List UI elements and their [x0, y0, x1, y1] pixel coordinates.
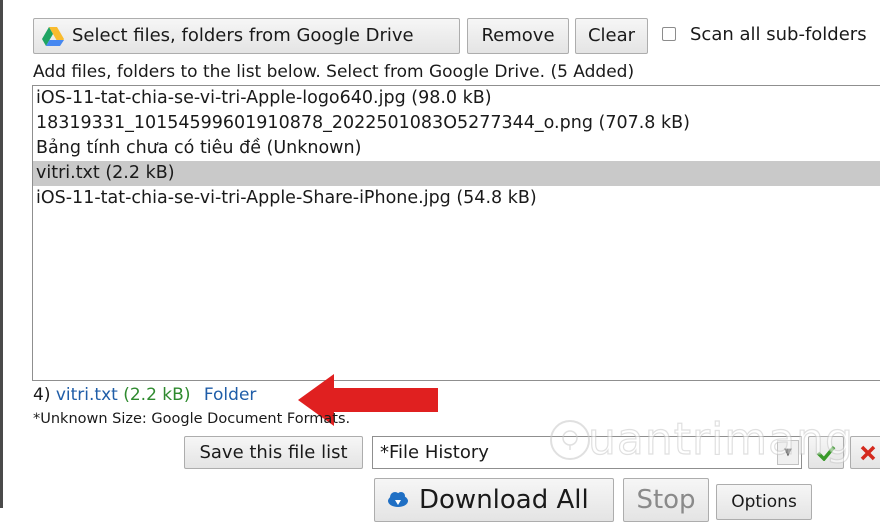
file-list-item[interactable]: iOS-11-tat-chia-se-vi-tri-Apple-logo640.…	[33, 86, 880, 111]
close-icon	[860, 445, 876, 460]
chevron-down-icon[interactable]: ▼	[777, 440, 799, 465]
clear-button[interactable]: Clear	[575, 18, 648, 54]
google-drive-icon	[42, 26, 64, 46]
scan-subfolders-label: Scan all sub-folders	[690, 24, 867, 45]
download-all-button[interactable]: Download All	[374, 478, 614, 522]
file-history-select[interactable]: *File History ▼	[372, 436, 802, 469]
stop-button[interactable]: Stop	[623, 478, 709, 522]
cloud-download-icon	[388, 492, 408, 507]
status-file-size: (2.2 kB)	[123, 385, 191, 405]
save-file-list-button[interactable]: Save this file list	[184, 436, 363, 469]
scan-subfolders-checkbox[interactable]	[662, 27, 676, 41]
download-all-label: Download All	[419, 485, 589, 515]
options-button[interactable]: Options	[716, 484, 812, 520]
file-list-item[interactable]: iOS-11-tat-chia-se-vi-tri-Apple-Share-iP…	[33, 186, 880, 211]
file-list-item-selected[interactable]: vitri.txt (2.2 kB)	[33, 161, 880, 186]
status-folder-link[interactable]: Folder	[204, 385, 257, 405]
file-history-value: *File History	[380, 442, 489, 463]
window-left-border	[0, 0, 3, 508]
selected-file-status: 4) vitri.txt (2.2 kB) Folder	[33, 385, 256, 405]
select-google-drive-button[interactable]: Select files, folders from Google Drive	[33, 18, 460, 54]
confirm-history-button[interactable]	[808, 436, 844, 469]
select-google-drive-label: Select files, folders from Google Drive	[72, 25, 414, 46]
delete-history-button[interactable]	[850, 436, 880, 469]
file-list-item[interactable]: 18319331_10154599601910878_2022501083O52…	[33, 111, 880, 136]
remove-button[interactable]: Remove	[467, 18, 569, 54]
status-index: 4)	[33, 385, 51, 405]
file-list-item[interactable]: Bảng tính chưa có tiêu đề (Unknown)	[33, 136, 880, 161]
add-files-instruction: Add files, folders to the list below. Se…	[33, 62, 635, 82]
status-file-name[interactable]: vitri.txt	[56, 385, 118, 405]
unknown-size-note: *Unknown Size: Google Document Formats.	[33, 411, 351, 427]
file-list[interactable]: iOS-11-tat-chia-se-vi-tri-Apple-logo640.…	[32, 85, 880, 381]
checkmark-icon	[816, 445, 836, 461]
